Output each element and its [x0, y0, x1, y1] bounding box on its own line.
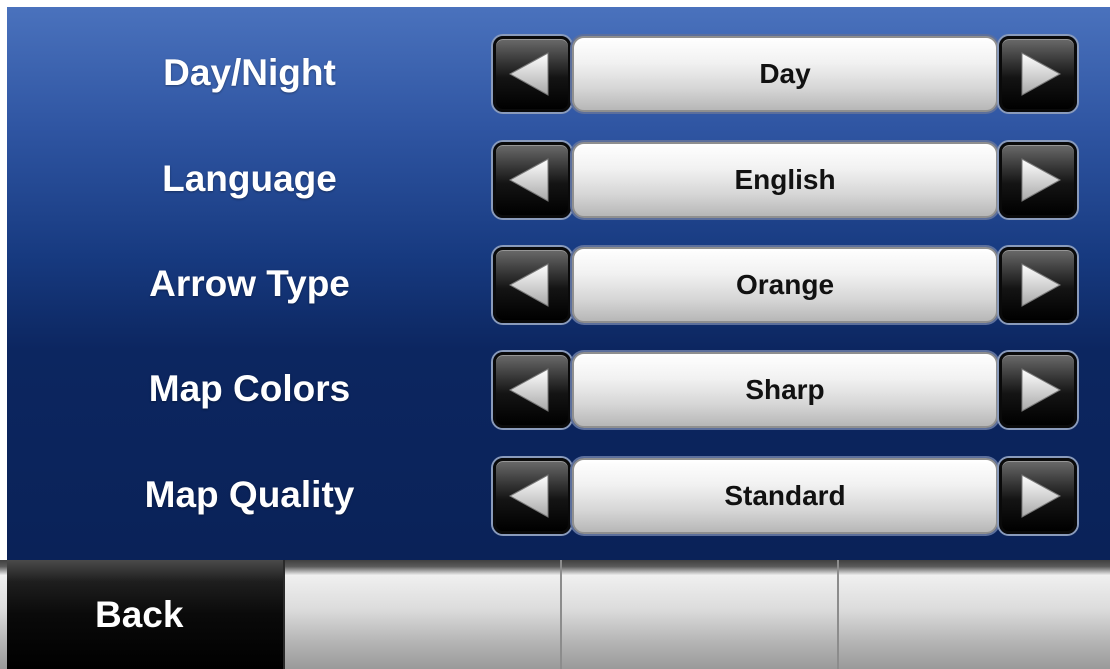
bottom-button-4[interactable] — [839, 560, 1110, 669]
bottom-button-bar: Back — [0, 560, 1110, 669]
setting-value[interactable]: Orange — [572, 247, 998, 323]
setting-value[interactable]: Sharp — [572, 352, 998, 428]
left-arrow-icon — [508, 263, 549, 307]
setting-label: Day/Night — [163, 52, 336, 93]
previous-option-button[interactable] — [493, 247, 571, 323]
right-arrow-icon — [1021, 52, 1062, 96]
setting-label: Arrow Type — [149, 263, 350, 304]
back-button-label: Back — [95, 594, 184, 635]
right-arrow-icon — [1021, 158, 1062, 202]
right-arrow-icon — [1021, 263, 1062, 307]
bottom-button-3[interactable] — [562, 560, 839, 669]
previous-option-button[interactable] — [493, 458, 571, 534]
next-option-button[interactable] — [999, 247, 1077, 323]
setting-row-arrow-type: Arrow Type Orange — [7, 244, 1110, 324]
next-option-button[interactable] — [999, 458, 1077, 534]
next-option-button[interactable] — [999, 142, 1077, 218]
setting-value[interactable]: Standard — [572, 458, 998, 534]
settings-panel: Day/Night Day Language English Arrow Typ… — [7, 7, 1110, 560]
setting-row-day-night: Day/Night Day — [7, 33, 1110, 113]
left-arrow-icon — [508, 368, 549, 412]
bottom-button-2[interactable] — [285, 560, 562, 669]
back-button[interactable]: Back — [7, 560, 285, 669]
right-arrow-icon — [1021, 474, 1062, 518]
left-arrow-icon — [508, 474, 549, 518]
previous-option-button[interactable] — [493, 142, 571, 218]
previous-option-button[interactable] — [493, 36, 571, 112]
setting-label: Language — [162, 158, 337, 199]
setting-row-map-quality: Map Quality Standard — [7, 455, 1110, 535]
left-arrow-icon — [508, 158, 549, 202]
setting-label: Map Quality — [144, 474, 355, 515]
right-arrow-icon — [1021, 368, 1062, 412]
left-arrow-icon — [508, 52, 549, 96]
next-option-button[interactable] — [999, 36, 1077, 112]
settings-screen: Day/Night Day Language English Arrow Typ… — [0, 0, 1110, 669]
setting-label: Map Colors — [148, 368, 351, 409]
previous-option-button[interactable] — [493, 352, 571, 428]
setting-value[interactable]: English — [572, 142, 998, 218]
setting-row-map-colors: Map Colors Sharp — [7, 349, 1110, 429]
setting-row-language: Language English — [7, 139, 1110, 219]
next-option-button[interactable] — [999, 352, 1077, 428]
setting-value[interactable]: Day — [572, 36, 998, 112]
